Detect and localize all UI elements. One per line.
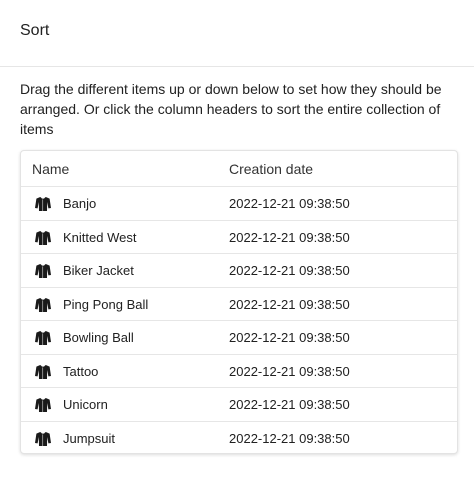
table-row[interactable]: Banjo 2022-12-21 09:38:50 bbox=[21, 187, 457, 221]
sweater-icon bbox=[35, 197, 51, 211]
dialog-header: Sort bbox=[0, 0, 474, 67]
table-row[interactable]: Biker Jacket 2022-12-21 09:38:50 bbox=[21, 254, 457, 288]
sort-table: Name Creation date Banjo 2022-12-21 09:3… bbox=[20, 150, 458, 454]
column-header-creation-date[interactable]: Creation date bbox=[229, 160, 313, 178]
row-creation-date: 2022-12-21 09:38:50 bbox=[229, 430, 350, 446]
table-header: Name Creation date bbox=[21, 151, 457, 187]
table-row[interactable]: Ping Pong Ball 2022-12-21 09:38:50 bbox=[21, 288, 457, 321]
dialog-title: Sort bbox=[20, 22, 50, 39]
table-row[interactable]: Unicorn 2022-12-21 09:38:50 bbox=[21, 388, 457, 422]
sweater-icon bbox=[35, 230, 51, 245]
row-creation-date: 2022-12-21 09:38:50 bbox=[229, 330, 350, 345]
row-name: Bowling Ball bbox=[63, 330, 134, 345]
table-row[interactable]: Bowling Ball 2022-12-21 09:38:50 bbox=[21, 321, 457, 355]
row-creation-date: 2022-12-21 09:38:50 bbox=[229, 229, 350, 245]
sweater-icon bbox=[35, 364, 51, 379]
row-name: Tattoo bbox=[63, 363, 99, 379]
row-name: Biker Jacket bbox=[63, 263, 134, 278]
sweater-icon bbox=[35, 297, 51, 312]
column-header-name[interactable]: Name bbox=[32, 160, 69, 178]
row-creation-date: 2022-12-21 09:38:50 bbox=[229, 363, 350, 379]
sweater-icon bbox=[35, 398, 51, 412]
row-name: Knitted West bbox=[63, 229, 137, 245]
table-rows: Banjo 2022-12-21 09:38:50 Knitted West 2… bbox=[21, 187, 457, 455]
sort-instructions: Drag the different items up or down belo… bbox=[20, 81, 442, 137]
table-row[interactable]: Tattoo 2022-12-21 09:38:50 bbox=[21, 355, 457, 388]
row-name: Jumpsuit bbox=[63, 430, 116, 446]
table-row[interactable]: Jumpsuit 2022-12-21 09:38:50 bbox=[21, 422, 457, 456]
row-name: Ping Pong Ball bbox=[63, 296, 149, 312]
row-creation-date: 2022-12-21 09:38:50 bbox=[229, 263, 350, 278]
row-creation-date: 2022-12-21 09:38:50 bbox=[229, 397, 350, 412]
sweater-icon bbox=[35, 331, 51, 345]
sweater-icon bbox=[35, 264, 51, 278]
row-name: Unicorn bbox=[63, 397, 108, 412]
row-name: Banjo bbox=[63, 196, 97, 211]
table-row[interactable]: Knitted West 2022-12-21 09:38:50 bbox=[21, 221, 457, 254]
row-creation-date: 2022-12-21 09:38:50 bbox=[229, 196, 350, 211]
row-creation-date: 2022-12-21 09:38:50 bbox=[229, 296, 350, 312]
sweater-icon bbox=[35, 431, 51, 446]
